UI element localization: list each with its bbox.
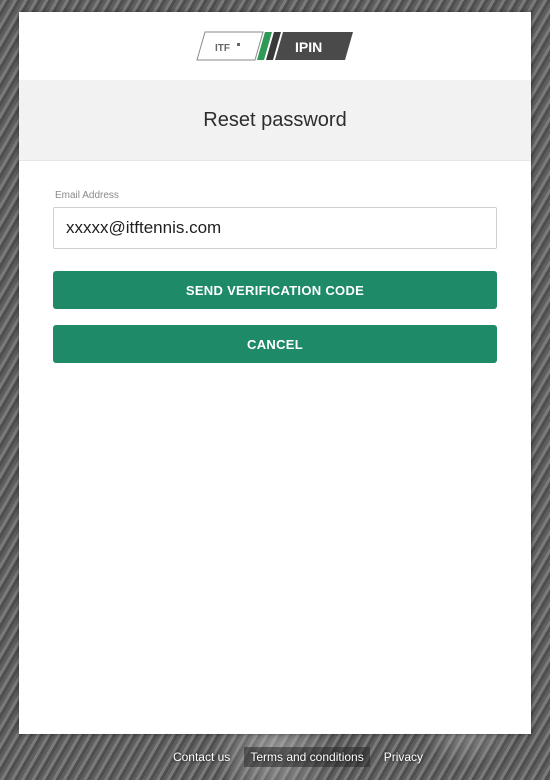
send-verification-code-label: SEND VERIFICATION CODE	[185, 282, 365, 298]
ipin-logo-text: IPIN	[295, 39, 322, 55]
footer-links: Contact us Terms and conditions Privacy	[167, 747, 429, 767]
reset-form: Email Address SEND VERIFICATION CODE CAN…	[19, 161, 531, 363]
title-bar: Reset password	[19, 80, 531, 161]
send-verification-code-button[interactable]: SEND VERIFICATION CODE	[53, 271, 497, 309]
cancel-button[interactable]: CANCEL	[53, 325, 497, 363]
email-field[interactable]	[53, 207, 497, 249]
itf-ipin-logo-mark: ITF IPIN	[196, 31, 353, 61]
logo-row: ITF IPIN	[19, 12, 531, 80]
footer-link-contact-us[interactable]: Contact us	[167, 747, 236, 767]
itf-ipin-logo: ITF IPIN	[195, 30, 355, 62]
itf-logo-text: ITF	[215, 43, 230, 54]
reset-password-card: ITF IPIN Reset password Email Address SE…	[19, 12, 531, 734]
page-title: Reset password	[203, 108, 347, 131]
cancel-label: CANCEL	[247, 336, 303, 352]
footer-link-privacy[interactable]: Privacy	[378, 747, 429, 767]
footer-link-terms[interactable]: Terms and conditions	[244, 747, 370, 767]
footer: Contact us Terms and conditions Privacy	[0, 734, 550, 780]
email-label: Email Address	[55, 190, 119, 201]
